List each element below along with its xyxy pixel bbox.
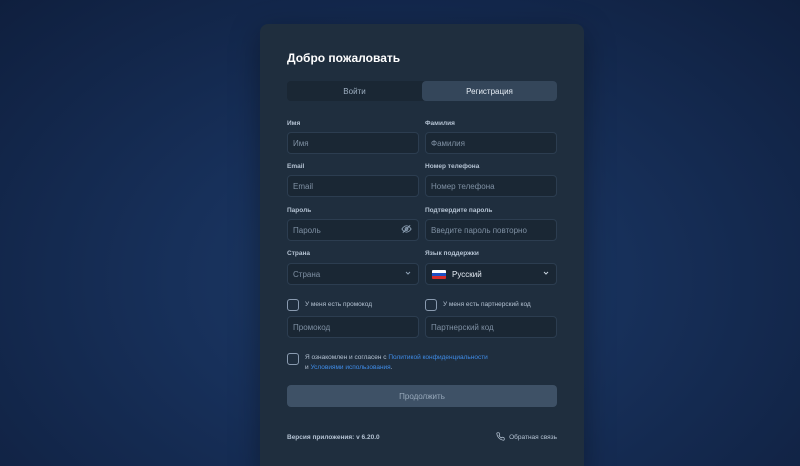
country-label: Страна	[287, 250, 311, 257]
phone-label: Номер телефона	[425, 163, 480, 170]
country-select[interactable]: Страна	[287, 263, 419, 285]
password-confirm-placeholder: Введите пароль повторно	[431, 225, 527, 235]
phone-placeholder: Номер телефона	[431, 181, 495, 191]
app-version: Версия приложения: v 6.20.0	[287, 434, 380, 441]
partner-checkbox[interactable]	[425, 299, 437, 311]
phone-icon	[496, 432, 505, 443]
partner-input[interactable]: Партнерский код	[425, 316, 557, 338]
continue-button[interactable]: Продолжить	[287, 385, 557, 407]
first-name-input[interactable]: Имя	[287, 132, 419, 154]
feedback-link[interactable]: Обратная связь	[496, 432, 557, 443]
chevron-down-icon	[404, 269, 412, 279]
password-input[interactable]: Пароль	[287, 219, 419, 241]
consent-suffix: .	[390, 364, 393, 371]
eye-off-icon[interactable]	[401, 224, 412, 237]
registration-card: Добро пожаловать Войти Регистрация Имя И…	[260, 24, 584, 466]
partner-placeholder: Партнерский код	[431, 322, 494, 332]
password-placeholder: Пароль	[293, 225, 321, 235]
auth-tabs: Войти Регистрация	[287, 81, 557, 101]
chevron-down-icon	[542, 269, 550, 279]
terms-of-use-link[interactable]: Условиями использования	[310, 364, 390, 371]
support-language-select[interactable]: Русский	[425, 263, 557, 285]
support-language-value: Русский	[452, 269, 482, 279]
promo-input[interactable]: Промокод	[287, 316, 419, 338]
promo-checkbox[interactable]	[287, 299, 299, 311]
promo-checkbox-label[interactable]: У меня есть промокод	[305, 301, 372, 308]
tab-register[interactable]: Регистрация	[422, 81, 557, 101]
email-input[interactable]: Email	[287, 175, 419, 197]
consent-text: Я ознакомлен и согласен с Политикой конф…	[305, 353, 488, 373]
last-name-input[interactable]: Фамилия	[425, 132, 557, 154]
last-name-label: Фамилия	[425, 120, 455, 127]
password-label: Пароль	[287, 207, 312, 214]
tab-login[interactable]: Войти	[287, 81, 422, 101]
last-name-placeholder: Фамилия	[431, 138, 465, 148]
country-placeholder: Страна	[293, 269, 321, 279]
phone-input[interactable]: Номер телефона	[425, 175, 557, 197]
email-label: Email	[287, 163, 305, 170]
consent-prefix: Я ознакомлен и согласен с	[305, 354, 389, 361]
consent-checkbox[interactable]	[287, 353, 299, 365]
email-placeholder: Email	[293, 181, 314, 191]
support-language-label: Язык поддержки	[425, 250, 479, 257]
promo-placeholder: Промокод	[293, 322, 331, 332]
russia-flag-icon	[432, 269, 446, 279]
first-name-placeholder: Имя	[293, 138, 309, 148]
password-confirm-input[interactable]: Введите пароль повторно	[425, 219, 557, 241]
first-name-label: Имя	[287, 120, 301, 127]
feedback-label: Обратная связь	[509, 434, 557, 441]
card-title: Добро пожаловать	[287, 51, 401, 65]
partner-checkbox-label[interactable]: У меня есть партнерский код	[443, 301, 531, 308]
password-confirm-label: Подтвердите пароль	[425, 207, 493, 214]
privacy-policy-link[interactable]: Политикой конфиденциальности	[388, 354, 487, 361]
